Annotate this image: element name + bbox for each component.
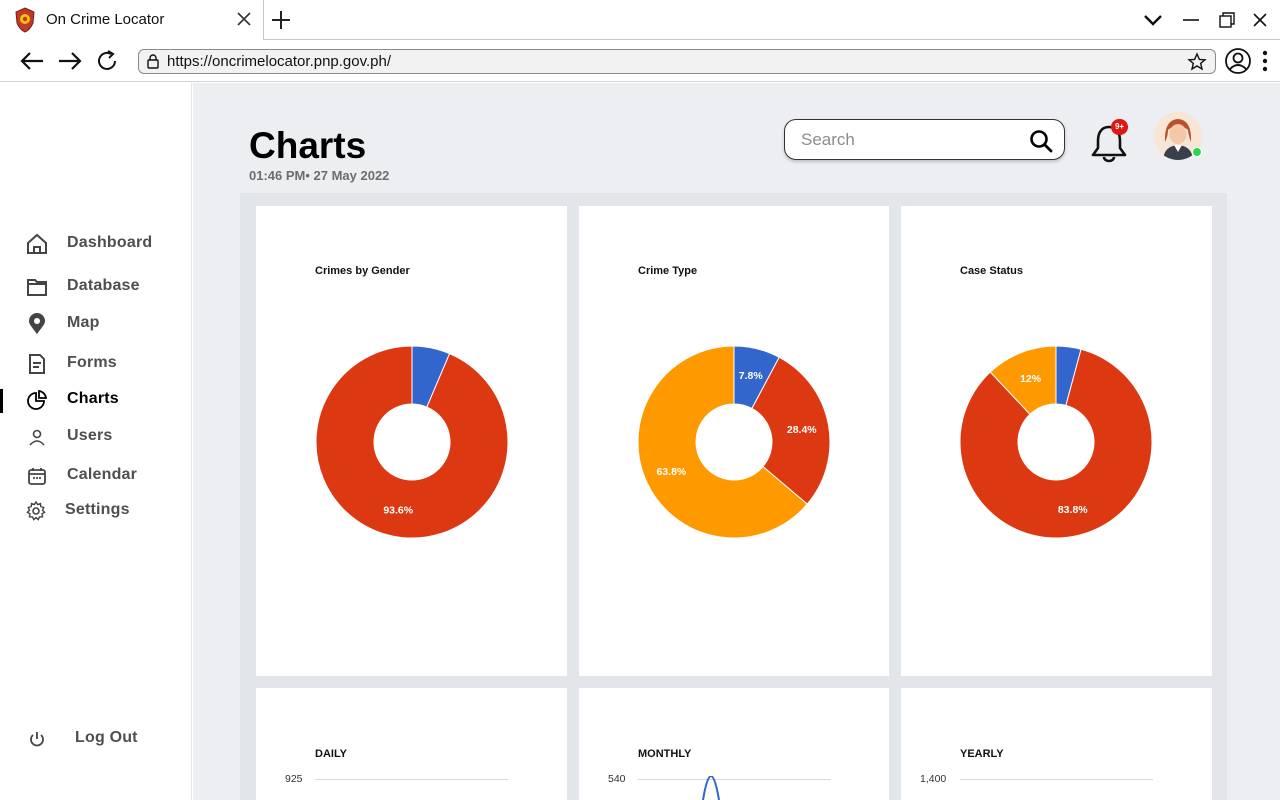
sidebar-item-label: Dashboard xyxy=(67,234,153,251)
minimize-icon[interactable] xyxy=(1180,9,1202,31)
sidebar-item-map[interactable]: Map xyxy=(0,309,192,341)
chart-card-monthly: MONTHLY 540 xyxy=(579,688,889,800)
close-tab-icon[interactable] xyxy=(234,9,254,29)
sidebar-item-charts[interactable]: Charts xyxy=(0,385,192,417)
page-title: Charts xyxy=(249,125,367,166)
slice-label: 93.6% xyxy=(383,505,413,517)
browser-profile-icon[interactable] xyxy=(1224,47,1252,75)
reload-icon[interactable] xyxy=(94,48,120,74)
sidebar-item-calendar[interactable]: Calendar xyxy=(0,461,192,493)
sidebar-item-dashboard[interactable]: Dashboard xyxy=(0,229,192,261)
forward-arrow-icon[interactable] xyxy=(57,48,83,74)
chart-card-daily: DAILY 925 xyxy=(256,688,567,800)
power-icon xyxy=(30,732,44,747)
chart-title: MONTHLY xyxy=(638,748,692,760)
active-indicator xyxy=(0,389,3,413)
folder-icon xyxy=(27,279,47,296)
gridline xyxy=(960,779,1153,780)
form-document-icon xyxy=(29,354,45,374)
user-icon xyxy=(29,429,45,446)
sidebar-item-label: Charts xyxy=(67,390,119,407)
line-series-peak xyxy=(702,776,720,800)
notification-badge: 9+ xyxy=(1111,119,1128,135)
browser-tab[interactable]: On Crime Locator xyxy=(0,0,264,40)
chart-card-gender: Crimes by Gender 93.6% xyxy=(256,206,567,676)
slice-label: 83.8% xyxy=(1058,504,1088,516)
back-arrow-icon[interactable] xyxy=(19,48,45,74)
sidebar-item-label: Database xyxy=(67,277,140,294)
sidebar-item-users[interactable]: Users xyxy=(0,422,192,454)
slice-label: 63.8% xyxy=(656,466,686,478)
pnp-badge-icon xyxy=(15,7,35,33)
gridline xyxy=(315,779,508,780)
tab-title: On Crime Locator xyxy=(46,11,165,28)
logout-button[interactable]: Log Out xyxy=(0,724,192,756)
new-tab-icon[interactable] xyxy=(270,9,292,31)
browser-menu-icon[interactable] xyxy=(1258,47,1272,75)
chart-card-crime-type: Crime Type 7.8% 28.4% 63.8% xyxy=(579,206,889,676)
sidebar: Dashboard Database Map Forms Charts User… xyxy=(0,83,192,800)
search-box[interactable] xyxy=(784,119,1065,160)
slice-label: 12% xyxy=(1020,373,1042,385)
sidebar-item-forms[interactable]: Forms xyxy=(0,349,192,381)
chart-title: DAILY xyxy=(315,748,347,760)
gridline xyxy=(638,779,831,780)
url-text[interactable]: https://oncrimelocator.pnp.gov.ph/ xyxy=(167,53,391,70)
sidebar-item-label: Users xyxy=(67,427,113,444)
chart-title: YEARLY xyxy=(960,748,1004,760)
home-icon xyxy=(27,233,47,254)
browser-tab-bar: On Crime Locator xyxy=(0,0,1280,40)
map-pin-icon xyxy=(29,313,45,334)
close-window-icon[interactable] xyxy=(1249,9,1271,31)
sidebar-item-database[interactable]: Database xyxy=(0,272,192,304)
slice-label: 28.4% xyxy=(787,424,817,436)
restore-icon[interactable] xyxy=(1216,9,1238,31)
y-axis-tick-label: 1,400 xyxy=(920,773,947,785)
logout-label: Log Out xyxy=(75,729,138,746)
sidebar-item-label: Settings xyxy=(65,501,130,518)
donut-chart-case-status[interactable]: 83.8% 12% xyxy=(959,345,1153,539)
tab-list-chevron-icon[interactable] xyxy=(1142,9,1164,31)
lock-icon[interactable] xyxy=(145,53,161,69)
donut-chart-gender[interactable]: 93.6% xyxy=(315,345,509,539)
page-datetime: 01:46 PM• 27 May 2022 xyxy=(249,168,390,183)
y-axis-tick-label: 925 xyxy=(285,773,303,785)
chart-title: Case Status xyxy=(960,265,1023,277)
search-icon[interactable] xyxy=(1029,129,1053,153)
online-status-dot xyxy=(1192,147,1202,157)
bookmark-star-icon[interactable] xyxy=(1187,52,1207,72)
chart-card-case-status: Case Status 83.8% 12% xyxy=(901,206,1212,676)
sidebar-item-label: Forms xyxy=(67,354,117,371)
search-input[interactable] xyxy=(801,129,1021,151)
sidebar-item-settings[interactable]: Settings xyxy=(0,496,192,528)
chart-card-yearly: YEARLY 1,400 xyxy=(901,688,1212,800)
donut-chart-crime-type[interactable]: 7.8% 28.4% 63.8% xyxy=(637,345,831,539)
pie-chart-icon xyxy=(27,389,48,410)
calendar-icon xyxy=(28,468,46,485)
chart-title: Crime Type xyxy=(638,265,698,277)
chart-title: Crimes by Gender xyxy=(315,265,410,277)
slice-label: 7.8% xyxy=(739,370,764,382)
gear-icon xyxy=(26,500,46,521)
sidebar-item-label: Calendar xyxy=(67,466,138,483)
sidebar-item-label: Map xyxy=(67,314,100,331)
y-axis-tick-label: 540 xyxy=(608,773,626,785)
